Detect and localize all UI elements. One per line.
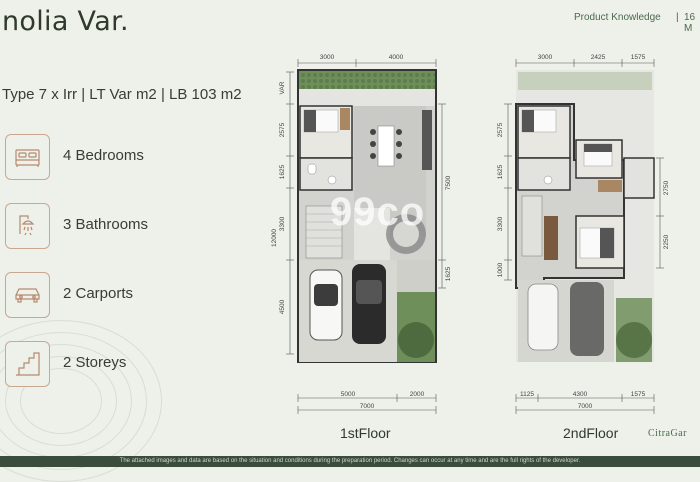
storey-feature-box	[5, 341, 50, 387]
property-spec-subtitle: Type 7 x Irr | LT Var m2 | LB 103 m2	[2, 86, 242, 103]
f1-bottom-dim-total: 7000	[360, 403, 375, 410]
product-knowledge-label: Product Knowledge	[574, 12, 661, 23]
storey-count-label: 2 Storeys	[63, 354, 127, 371]
f1-left-dim-3: 3300	[279, 216, 286, 231]
f1-bottom-dim-1: 5000	[341, 391, 356, 398]
f1-top-dim-1: 3000	[320, 54, 335, 61]
f2-left-dim-1: 2575	[497, 122, 504, 137]
brand-logo: CitraGar	[648, 428, 687, 439]
f1-bottom-dim-2: 2000	[410, 391, 425, 398]
page-marker: 16 M	[684, 12, 696, 34]
f1-left-dim-2: 1625	[279, 164, 286, 179]
second-floor-label: 2ndFloor	[563, 425, 619, 441]
footer-disclaimer: The attached images and data are based o…	[0, 456, 700, 467]
bedroom-count-label: 4 Bedrooms	[63, 147, 144, 164]
f2-right-dim-2: 2250	[663, 234, 670, 249]
bed-icon	[15, 149, 40, 167]
f1-top-dim-2: 4000	[389, 54, 404, 61]
f2-left-dim-3: 3300	[497, 216, 504, 231]
carport-count-label: 2 Carports	[63, 285, 134, 302]
f1-left-dim-4: 4500	[279, 299, 286, 314]
f2-top-dim-1: 3000	[538, 54, 553, 61]
f1-right-dim-1: 7500	[445, 175, 450, 190]
shower-icon	[19, 215, 35, 236]
f2-bottom-dim-total: 7000	[578, 403, 593, 410]
f2-right-dim-1: 2750	[663, 180, 670, 195]
f1-left-dim-total: 12000	[271, 229, 278, 247]
f2-top-dim-2: 2425	[591, 54, 606, 61]
bathroom-count-label: 3 Bathrooms	[63, 216, 149, 233]
f2-bottom-dim-1: 1125	[520, 391, 534, 398]
stairs-icon	[16, 352, 40, 376]
second-floor-plan: 3000 2425 1575 2575 1625 3300 1000 2750 …	[497, 54, 670, 414]
f1-right-dim-2: 1625	[445, 266, 450, 281]
watermark-text: 99co	[330, 190, 426, 234]
f2-left-dim-2: 1625	[497, 164, 504, 179]
f2-bottom-dim-2: 4300	[573, 391, 588, 398]
f2-top-dim-3: 1575	[631, 54, 646, 61]
bathroom-feature-box	[5, 203, 50, 249]
carport-feature-box	[5, 272, 50, 318]
first-floor-label: 1stFloor	[340, 425, 391, 441]
f2-bottom-dim-3: 1575	[631, 391, 646, 398]
page-title: nolia Var.	[2, 6, 129, 37]
f1-left-dim-var: VAR	[279, 81, 286, 94]
page-marker-divider: |	[676, 12, 679, 23]
bedroom-feature-box	[5, 134, 50, 180]
f1-left-dim-1: 2575	[279, 122, 286, 137]
f2-left-dim-4: 1000	[497, 262, 504, 277]
car-icon	[15, 288, 40, 303]
